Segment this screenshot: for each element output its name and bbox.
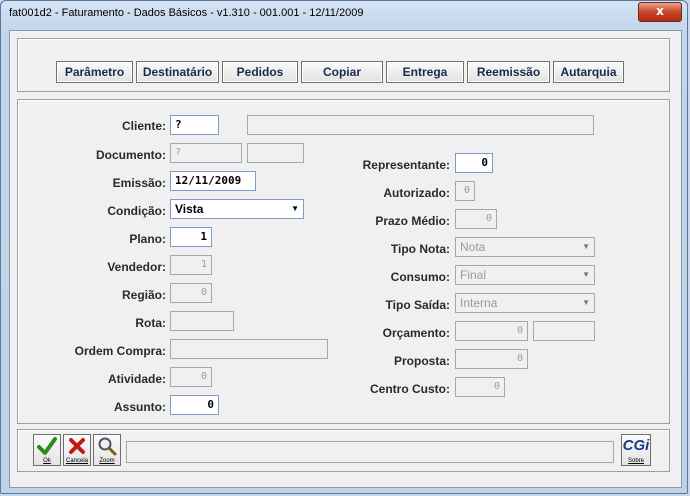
rota-field[interactable] [170, 311, 234, 331]
plano-label: Plano: [129, 232, 166, 246]
checkmark-icon [37, 437, 57, 455]
autorizado-label: Autorizado: [383, 186, 450, 200]
cliente-name-field[interactable] [247, 115, 594, 135]
sobre-button[interactable]: CGi Sobre [621, 434, 651, 466]
main-window: fat001d2 - Faturamento - Dados Básicos -… [0, 0, 688, 494]
tipo-nota-value: Nota [460, 240, 486, 254]
tab-destinatario[interactable]: Destinatário [136, 61, 219, 83]
ok-label: Ok [43, 458, 51, 464]
representante-field[interactable]: 0 [455, 153, 493, 173]
assunto-field[interactable]: 0 [170, 395, 219, 415]
client-area: Parâmetro Destinatário Pedidos Copiar En… [9, 30, 682, 488]
zoom-label: Zoom [99, 458, 115, 464]
atividade-field[interactable]: 0 [170, 367, 212, 387]
atividade-label: Atividade: [107, 372, 166, 386]
rota-label: Rota: [135, 316, 166, 330]
consumo-select[interactable]: Final ▼ [455, 265, 595, 285]
chevron-down-icon: ▼ [582, 298, 590, 307]
proposta-label: Proposta: [393, 354, 450, 368]
tipo-nota-label: Tipo Nota: [390, 242, 450, 256]
prazo-medio-field[interactable]: 0 [455, 209, 497, 229]
orcamento-field[interactable]: 0 [455, 321, 528, 341]
orcamento-label: Orçamento: [382, 326, 450, 340]
tab-copiar[interactable]: Copiar [301, 61, 383, 83]
documento-field[interactable]: ? [170, 143, 242, 163]
condicao-label: Condição: [107, 204, 166, 218]
toolbar-panel: Parâmetro Destinatário Pedidos Copiar En… [17, 38, 670, 92]
ok-button[interactable]: Ok [33, 434, 61, 466]
tab-autarquia[interactable]: Autarquia [553, 61, 624, 83]
sobre-label: Sobre [627, 458, 644, 464]
assunto-label: Assunto: [114, 400, 166, 414]
prazo-medio-label: Prazo Médio: [375, 214, 450, 228]
close-button[interactable]: x [638, 2, 682, 22]
emissao-field[interactable]: 12/11/2009 [170, 171, 256, 191]
chevron-down-icon: ▼ [291, 204, 299, 213]
ordem-compra-label: Ordem Compra: [74, 344, 166, 358]
cgi-logo-icon: CGi [622, 437, 650, 454]
ordem-compra-field[interactable] [170, 339, 328, 359]
zoom-button[interactable]: Zoom [93, 434, 121, 466]
tipo-saida-label: Tipo Saída: [385, 298, 450, 312]
condicao-select[interactable]: Vista ▼ [170, 199, 304, 219]
consumo-label: Consumo: [390, 270, 450, 284]
chevron-down-icon: ▼ [582, 270, 590, 279]
consumo-value: Final [460, 268, 487, 282]
centro-custo-field[interactable]: 0 [455, 377, 505, 397]
orcamento-extra-field[interactable] [533, 321, 595, 341]
vendedor-label: Vendedor: [107, 260, 166, 274]
proposta-field[interactable]: 0 [455, 349, 528, 369]
regiao-label: Região: [121, 288, 166, 302]
plano-field[interactable]: 1 [170, 227, 212, 247]
chevron-down-icon: ▼ [582, 242, 590, 251]
tipo-saida-select[interactable]: Interna ▼ [455, 293, 595, 313]
tab-parametro[interactable]: Parâmetro [56, 61, 133, 83]
tab-reemissao[interactable]: Reemissão [467, 61, 550, 83]
tab-pedidos[interactable]: Pedidos [222, 61, 298, 83]
red-x-icon [69, 438, 85, 454]
regiao-field[interactable]: 0 [170, 283, 212, 303]
cancela-button[interactable]: Cancela [63, 434, 91, 466]
vendedor-field[interactable]: 1 [170, 255, 212, 275]
cliente-label: Cliente: [121, 119, 166, 133]
tab-entrega[interactable]: Entrega [386, 61, 464, 83]
cancela-label: Cancela [65, 458, 88, 464]
emissao-label: Emissão: [112, 176, 166, 190]
documento-series-field[interactable] [247, 143, 304, 163]
documento-label: Documento: [96, 148, 166, 162]
magnifier-icon [98, 437, 117, 456]
centro-custo-label: Centro Custo: [370, 382, 450, 396]
condicao-value: Vista [175, 202, 204, 216]
autorizado-field[interactable]: 0 [455, 181, 475, 201]
cliente-field[interactable]: ? [170, 115, 219, 135]
window-title: fat001d2 - Faturamento - Dados Básicos -… [9, 7, 364, 19]
representante-label: Representante: [362, 158, 450, 172]
tipo-saida-value: Interna [460, 296, 498, 310]
tipo-nota-select[interactable]: Nota ▼ [455, 237, 595, 257]
title-bar[interactable]: fat001d2 - Faturamento - Dados Básicos -… [1, 1, 687, 29]
status-field [126, 441, 614, 463]
